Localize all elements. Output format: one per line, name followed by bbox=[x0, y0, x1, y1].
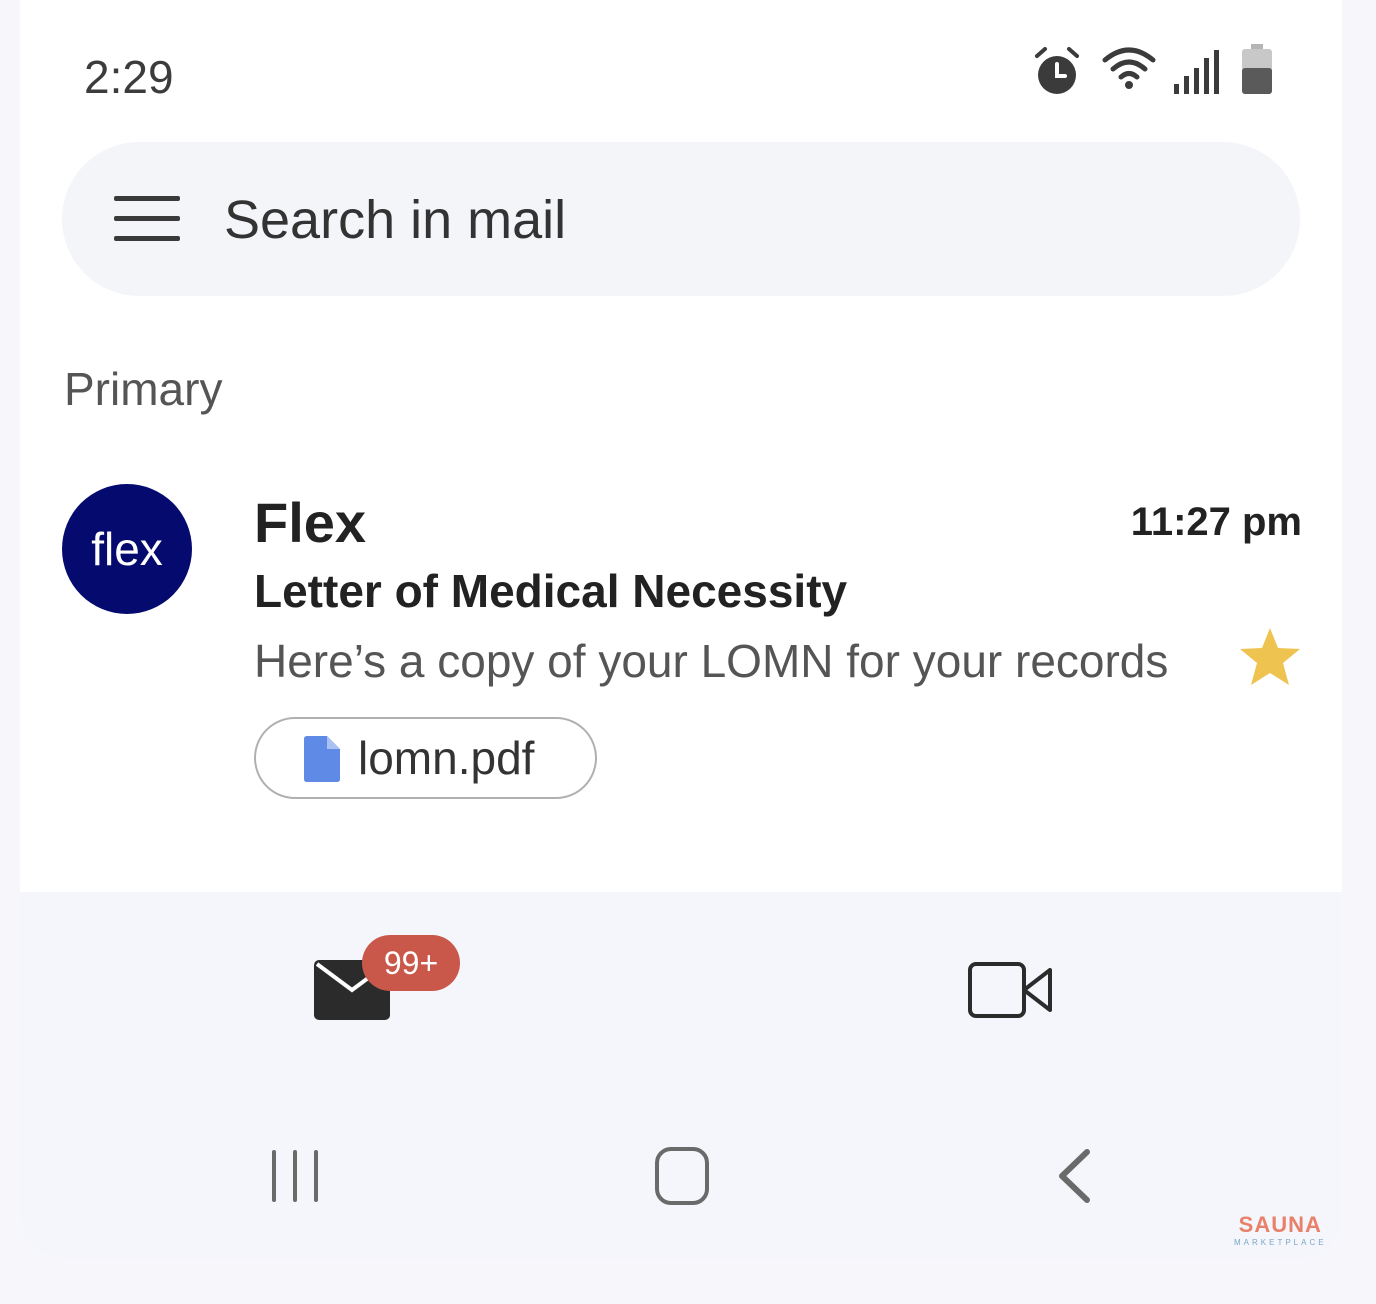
status-time: 2:29 bbox=[84, 51, 174, 103]
bottom-nav: 99+ bbox=[20, 892, 1342, 1258]
email-snippet: Here’s a copy of your LOMN for your reco… bbox=[254, 635, 1169, 687]
wifi-icon bbox=[1102, 47, 1156, 89]
battery-icon bbox=[1242, 44, 1272, 94]
mail-badge: 99+ bbox=[362, 935, 460, 991]
mail-tab[interactable]: 99+ bbox=[300, 932, 470, 1032]
watermark-logo: SAUNA MARKETPLACE bbox=[1234, 1212, 1327, 1247]
email-subject: Letter of Medical Necessity bbox=[254, 565, 848, 617]
attachment-name: lomn.pdf bbox=[358, 732, 535, 784]
section-label: Primary bbox=[64, 363, 223, 415]
star-icon[interactable] bbox=[1238, 626, 1302, 688]
menu-icon[interactable] bbox=[114, 196, 180, 242]
meet-tab[interactable] bbox=[968, 962, 1052, 1018]
signal-icon bbox=[1174, 50, 1219, 94]
watermark-sub: MARKETPLACE bbox=[1234, 1238, 1327, 1247]
attachment-chip[interactable]: lomn.pdf bbox=[254, 717, 597, 799]
search-input[interactable] bbox=[224, 186, 1224, 254]
email-time: 11:27 pm bbox=[1130, 500, 1302, 544]
email-row[interactable]: flex Flex 11:27 pm Letter of Medical Nec… bbox=[20, 470, 1342, 820]
home-icon[interactable] bbox=[654, 1146, 710, 1206]
watermark-brand: SAUNA bbox=[1238, 1212, 1322, 1237]
recent-apps-icon[interactable] bbox=[270, 1150, 320, 1202]
search-bar[interactable] bbox=[62, 142, 1300, 296]
avatar: flex bbox=[62, 484, 192, 614]
back-icon[interactable] bbox=[1054, 1148, 1094, 1204]
file-icon bbox=[304, 736, 340, 782]
phone-screen: 2:29 Primary bbox=[20, 0, 1342, 1258]
alarm-icon bbox=[1035, 47, 1079, 94]
email-sender: Flex bbox=[254, 491, 367, 554]
video-camera-icon bbox=[968, 962, 1052, 1018]
